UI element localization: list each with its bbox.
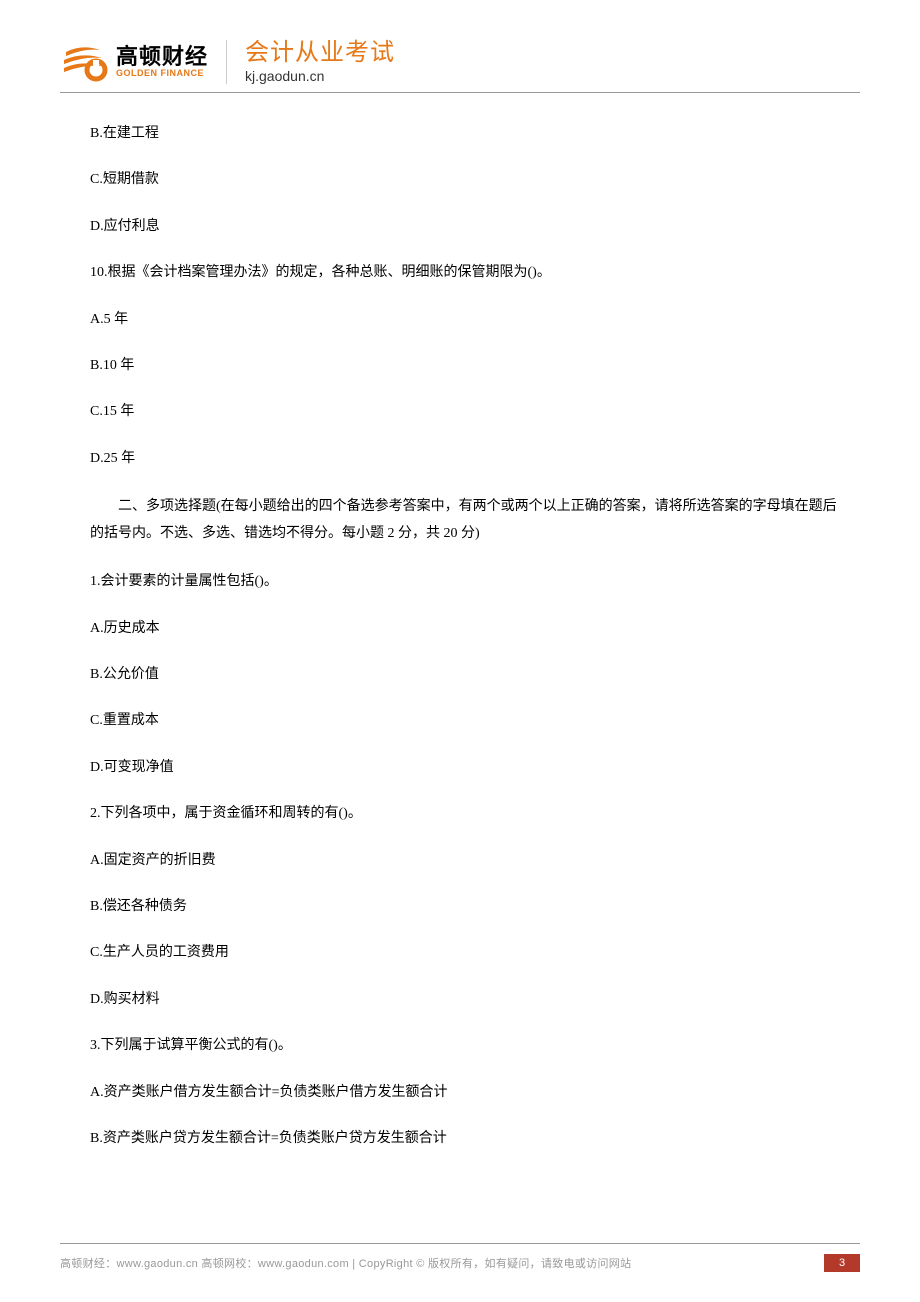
s2q1-stem: 1.会计要素的计量属性包括()。 <box>90 571 850 593</box>
section2-wrap: 二、多项选择题(在每小题给出的四个备选参考答案中，有两个或两个以上正确的答案，请… <box>90 494 850 547</box>
brand-text: 高顿财经 GOLDEN FINANCE <box>116 45 208 79</box>
exam-title-cn: 会计从业考试 <box>245 40 395 66</box>
s2q1-option-a: A.历史成本 <box>90 618 850 640</box>
document-page: 高顿财经 GOLDEN FINANCE 会计从业考试 kj.gaodun.cn … <box>0 0 920 1302</box>
page-number: 3 <box>824 1254 860 1272</box>
s2q3-option-b: B.资产类账户贷方发生额合计=负债类账户贷方发生额合计 <box>90 1128 850 1150</box>
s2q1-option-d: D.可变现净值 <box>90 757 850 779</box>
s2q2-option-b: B.偿还各种债务 <box>90 896 850 918</box>
q10-option-b: B.10 年 <box>90 355 850 377</box>
page-header: 高顿财经 GOLDEN FINANCE 会计从业考试 kj.gaodun.cn <box>60 40 860 93</box>
brand-name-en: GOLDEN FINANCE <box>116 69 208 79</box>
footer-copyright: 高顿财经：www.gaodun.cn 高顿网校：www.gaodun.com |… <box>60 1255 631 1271</box>
s2q2-option-a: A.固定资产的折旧费 <box>90 850 850 872</box>
q9-option-b: B.在建工程 <box>90 123 850 145</box>
exam-title-block: 会计从业考试 kj.gaodun.cn <box>245 40 395 84</box>
q9-option-c: C.短期借款 <box>90 169 850 191</box>
brand-name-cn: 高顿财经 <box>116 45 208 69</box>
q10-option-c: C.15 年 <box>90 401 850 423</box>
exam-url: kj.gaodun.cn <box>245 69 395 84</box>
golden-finance-logo-icon <box>60 40 108 84</box>
s2q1-option-c: C.重置成本 <box>90 710 850 732</box>
s2q2-option-c: C.生产人员的工资费用 <box>90 942 850 964</box>
s2q3-option-a: A.资产类账户借方发生额合计=负债类账户借方发生额合计 <box>90 1082 850 1104</box>
page-footer: 高顿财经：www.gaodun.cn 高顿网校：www.gaodun.com |… <box>60 1243 860 1272</box>
q10-option-d: D.25 年 <box>90 448 850 470</box>
document-body: B.在建工程 C.短期借款 D.应付利息 10.根据《会计档案管理办法》的规定，… <box>60 123 860 1150</box>
section2-instructions: 二、多项选择题(在每小题给出的四个备选参考答案中，有两个或两个以上正确的答案，请… <box>90 494 850 547</box>
s2q1-option-b: B.公允价值 <box>90 664 850 686</box>
s2q2-stem: 2.下列各项中，属于资金循环和周转的有()。 <box>90 803 850 825</box>
s2q3-stem: 3.下列属于试算平衡公式的有()。 <box>90 1035 850 1057</box>
q9-option-d: D.应付利息 <box>90 216 850 238</box>
brand-logo-block: 高顿财经 GOLDEN FINANCE <box>60 40 227 84</box>
s2q2-option-d: D.购买材料 <box>90 989 850 1011</box>
q10-stem: 10.根据《会计档案管理办法》的规定，各种总账、明细账的保管期限为()。 <box>90 262 850 284</box>
q10-option-a: A.5 年 <box>90 309 850 331</box>
